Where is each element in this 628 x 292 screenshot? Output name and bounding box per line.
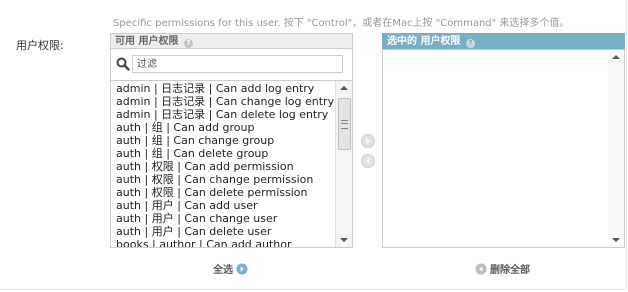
permission-option[interactable]: auth | 组 | Can change group	[111, 134, 335, 147]
scroll-thumb[interactable]	[338, 98, 351, 150]
permission-option[interactable]: admin | 日志记录 | Can delete log entry	[111, 108, 335, 121]
permission-option[interactable]: auth | 权限 | Can add permission	[111, 160, 335, 173]
arrow-left-circle-icon	[361, 154, 375, 168]
search-icon	[116, 56, 130, 71]
permission-option[interactable]: auth | 用户 | Can delete user	[111, 225, 335, 238]
help-icon: ?	[465, 39, 475, 48]
permission-option[interactable]: admin | 日志记录 | Can change log entry	[111, 95, 335, 108]
chosen-select[interactable]	[382, 49, 625, 248]
chosen-scrollbar[interactable]	[608, 50, 624, 247]
chosen-header: 选中的 用户权限 ?	[382, 33, 625, 49]
available-select[interactable]: admin | 日志记录 | Can add log entry admin | …	[110, 80, 353, 248]
remove-selected-button[interactable]	[361, 154, 375, 168]
permission-option[interactable]: auth | 用户 | Can add user	[111, 199, 335, 212]
permission-option[interactable]: auth | 组 | Can delete group	[111, 147, 335, 160]
scroll-down-icon[interactable]	[612, 238, 620, 242]
choose-all-link[interactable]: 全选	[213, 261, 248, 276]
available-header: 可用 用户权限 ?	[110, 33, 353, 49]
remove-all-link[interactable]: 删除全部	[475, 261, 530, 276]
scroll-up-icon[interactable]	[340, 86, 348, 90]
available-title: 可用 用户权限	[115, 36, 179, 47]
arrow-right-circle-icon	[236, 263, 248, 275]
filter-area	[110, 49, 353, 80]
filter-input[interactable]	[132, 55, 343, 73]
chosen-option-list[interactable]	[383, 50, 607, 247]
available-scrollbar[interactable]	[335, 81, 352, 247]
help-text: Specific permissions for this user. 按下 "…	[113, 18, 570, 29]
chosen-title: 选中的 用户权限	[387, 36, 461, 47]
permission-option[interactable]: auth | 权限 | Can change permission	[111, 173, 335, 186]
field-label: 用户权限:	[16, 39, 64, 52]
remove-all-label: 删除全部	[490, 265, 530, 276]
available-option-list[interactable]: admin | 日志记录 | Can add log entry admin | …	[111, 81, 335, 247]
add-selected-button[interactable]	[361, 134, 375, 148]
permission-option[interactable]: books | author | Can add author	[111, 238, 335, 247]
permission-option[interactable]: admin | 日志记录 | Can add log entry	[111, 82, 335, 95]
scroll-up-icon[interactable]	[612, 55, 620, 59]
scroll-down-icon[interactable]	[340, 238, 348, 242]
arrow-right-circle-icon	[361, 134, 375, 148]
permission-option[interactable]: auth | 用户 | Can change user	[111, 212, 335, 225]
arrow-left-circle-icon	[475, 263, 487, 275]
permission-option[interactable]: auth | 权限 | Can delete permission	[111, 186, 335, 199]
permission-option[interactable]: auth | 组 | Can add group	[111, 121, 335, 134]
choose-all-label: 全选	[213, 265, 233, 276]
help-icon: ?	[183, 39, 193, 48]
